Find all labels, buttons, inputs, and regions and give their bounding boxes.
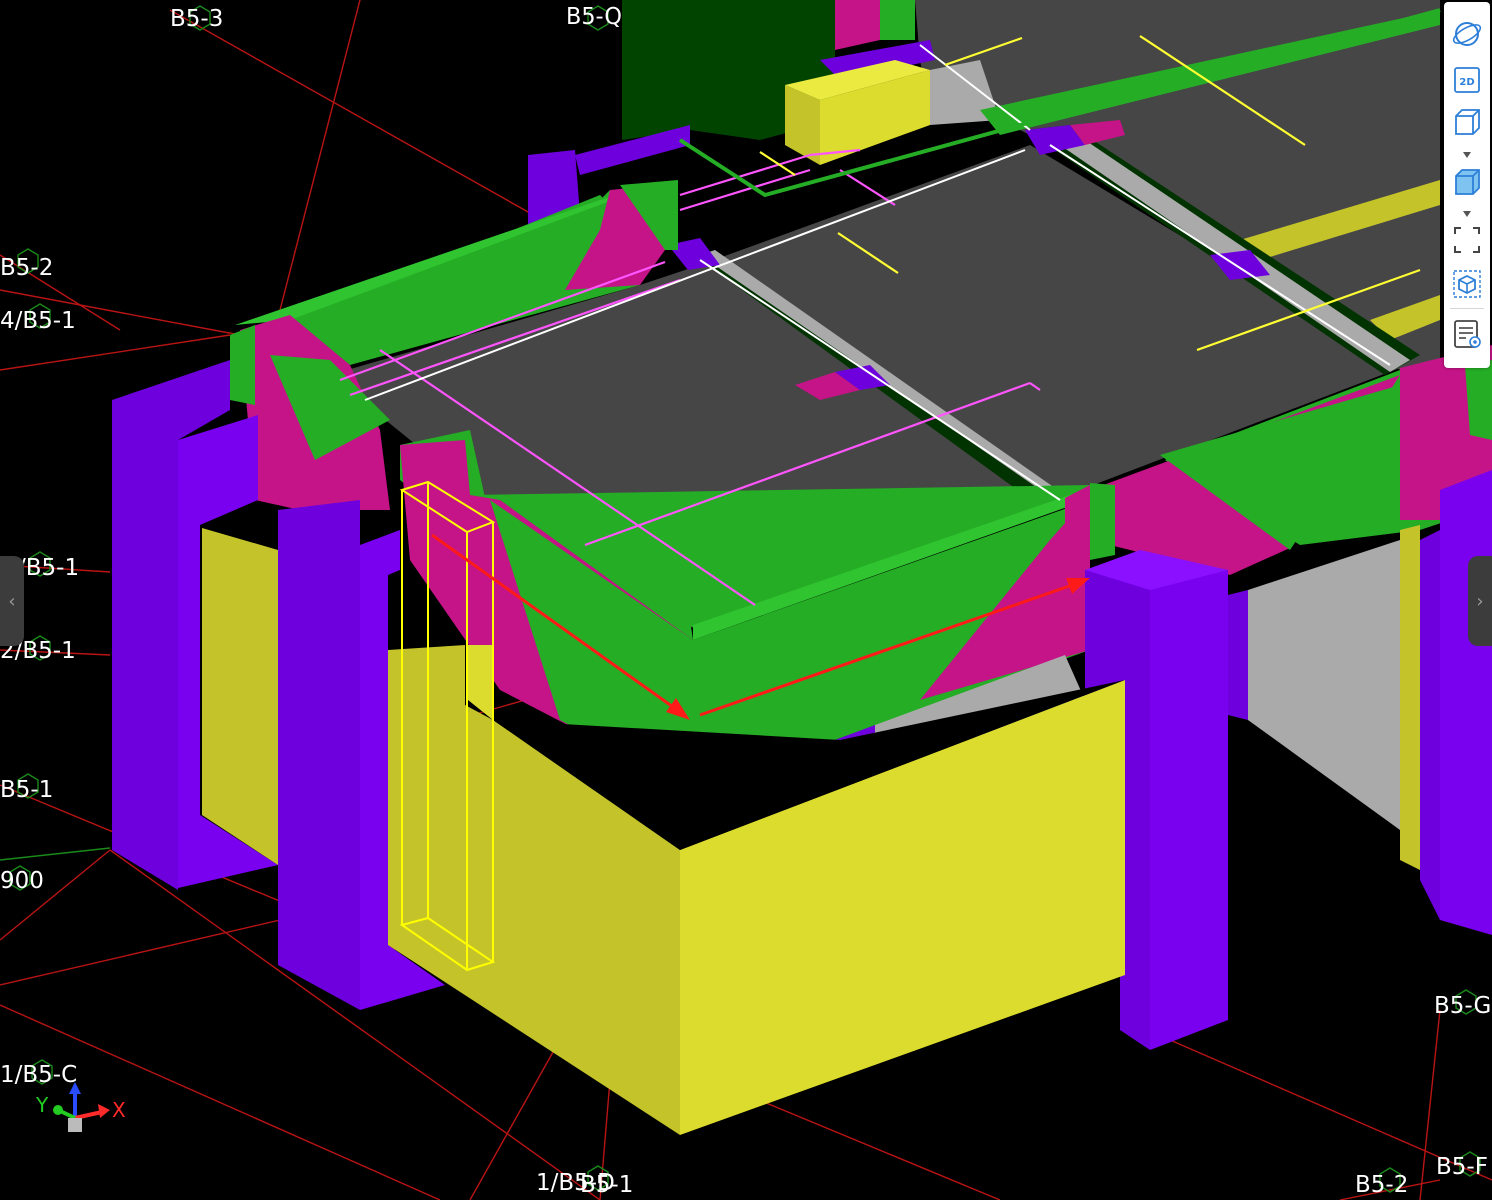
green-beam-front-node[interactable] xyxy=(1090,483,1115,560)
grid-label-b5-d1: B5-1 xyxy=(580,1172,633,1198)
purple-column-front-right-front[interactable] xyxy=(1150,555,1228,1050)
axis-y-label: Y xyxy=(35,1093,49,1117)
green-beam-top[interactable] xyxy=(880,0,915,40)
box-shaded-icon xyxy=(1455,169,1480,195)
purple-column-back-right-side[interactable] xyxy=(1420,530,1440,920)
svg-text:2D: 2D xyxy=(1459,77,1474,88)
svg-text:B5-2: B5-2 xyxy=(1355,1172,1408,1198)
grid-label-b5-2-bottom: B5-2 xyxy=(1355,1167,1408,1198)
panel-collapse-left-handle[interactable]: ‹ xyxy=(0,556,24,646)
chevron-left-icon: ‹ xyxy=(8,590,16,612)
purple-column-mid-side[interactable] xyxy=(278,500,360,1010)
grid-label-b5-1-slash: /B5-1 xyxy=(18,551,79,581)
purple-column-back-right[interactable] xyxy=(1440,470,1492,935)
view-2d-icon: 2D xyxy=(1454,67,1480,93)
panel-expand-right-handle[interactable]: › xyxy=(1468,556,1492,646)
svg-text:B5-1: B5-1 xyxy=(580,1172,633,1198)
svg-text:B5-3: B5-3 xyxy=(170,6,223,32)
svg-text:/B5-1: /B5-1 xyxy=(18,555,79,581)
magenta-beam-front-node[interactable] xyxy=(1065,485,1090,570)
grid-label-b5-3: B5-3 xyxy=(170,5,223,32)
grid-label-b5-1-bottom: B5-1 xyxy=(0,773,53,803)
grid-label-b5-g: B5-G xyxy=(1434,989,1491,1019)
svg-text:900: 900 xyxy=(0,868,44,894)
section-box-icon xyxy=(1454,227,1480,253)
view-toolbar: 2D xyxy=(1444,2,1490,368)
chevron-right-icon: › xyxy=(1476,590,1484,612)
orbit-button[interactable] xyxy=(1449,14,1485,54)
svg-text:1/B5-C: 1/B5-C xyxy=(0,1062,77,1088)
grid-label-b5-1-slash4: 4/B5-1 xyxy=(0,303,76,334)
yellow-wall-left[interactable] xyxy=(202,528,278,865)
orbit-icon xyxy=(1452,22,1482,46)
green-beam-left-end[interactable] xyxy=(230,325,255,405)
axis-x-label: X xyxy=(112,1098,126,1122)
display-style-button[interactable] xyxy=(1449,162,1485,202)
yellow-wall-right-back[interactable] xyxy=(1400,525,1420,870)
view-2d-button[interactable]: 2D xyxy=(1449,60,1485,100)
purple-column-back-mid[interactable] xyxy=(1228,590,1248,720)
properties-button[interactable] xyxy=(1449,314,1485,354)
3d-model-viewport[interactable]: B5-3 B5-Q B5-2 4/B5-1 /B5-1 2/B5-1 B5-1 xyxy=(0,0,1492,1200)
section-box-button[interactable] xyxy=(1449,220,1485,260)
svg-text:B5-2: B5-2 xyxy=(0,255,53,281)
box-wireframe-icon xyxy=(1455,109,1480,135)
display-style-dropdown[interactable] xyxy=(1462,206,1472,217)
properties-list-icon xyxy=(1454,320,1481,348)
view-3d-button[interactable] xyxy=(1449,102,1485,142)
view-3d-dropdown[interactable] xyxy=(1462,147,1472,158)
isolate-cube-icon xyxy=(1453,270,1481,298)
grid-label-elev-900: 900 xyxy=(0,865,44,894)
grid-label-b5-f: B5-F xyxy=(1436,1151,1488,1180)
svg-text:B5-1: B5-1 xyxy=(0,777,53,803)
caret-down-icon xyxy=(1463,211,1471,217)
svg-text:4/B5-1: 4/B5-1 xyxy=(0,308,76,334)
grid-label-b5-q: B5-Q xyxy=(566,4,622,31)
svg-text:B5-G: B5-G xyxy=(1434,993,1491,1019)
svg-text:B5-Q: B5-Q xyxy=(566,4,622,30)
grid-label-b5-c: 1/B5-C xyxy=(0,1059,77,1088)
caret-down-icon xyxy=(1463,152,1471,158)
isolate-button[interactable] xyxy=(1449,264,1485,304)
toolbar-separator xyxy=(1450,308,1484,309)
svg-text:B5-F: B5-F xyxy=(1436,1154,1488,1180)
